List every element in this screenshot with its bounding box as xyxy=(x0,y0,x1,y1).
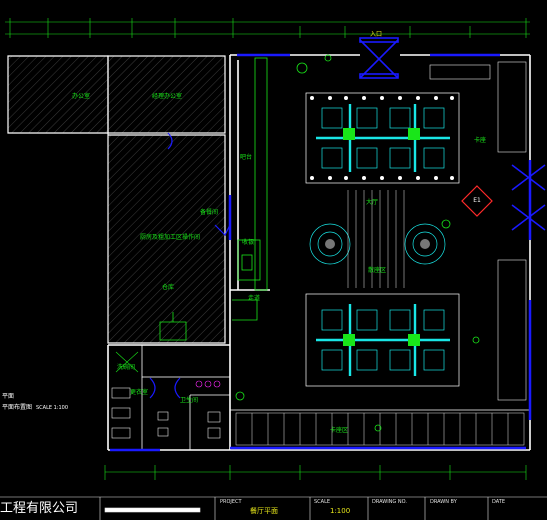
bottom-booths xyxy=(235,412,525,446)
plant-icons xyxy=(235,54,480,432)
label-kitchen: 厨房及粗加工区操作间 xyxy=(140,234,201,241)
side-note-c: SCALE 1:100 xyxy=(36,405,69,411)
label-wash-room: 洗碗间 xyxy=(117,364,136,371)
label-washroom: 卫生间 xyxy=(180,397,199,404)
dining-block-bottom xyxy=(305,293,460,387)
entrance-door xyxy=(359,37,399,79)
label-manager-office: 经理办公室 xyxy=(152,93,183,100)
label-cashier: 收银 xyxy=(242,239,255,246)
round-tables xyxy=(309,223,446,265)
label-prep-room: 备餐间 xyxy=(200,209,219,216)
floor-plan xyxy=(0,18,547,520)
right-booths xyxy=(429,61,527,401)
tb-drawn-by-label: DRAWN BY xyxy=(430,499,457,505)
side-note-b: 平面布置图 xyxy=(2,404,33,411)
tb-drawing-no-label: DRAWING NO. xyxy=(372,499,407,505)
label-dining-hall: 大厅 xyxy=(366,199,379,206)
label-dining-area: 散座区 xyxy=(368,267,387,274)
dining-block-top xyxy=(305,92,460,184)
e1-marker-label: E1 xyxy=(473,197,481,204)
tb-scale-label: SCALE xyxy=(314,499,331,505)
label-changing-room: 更衣室 xyxy=(130,389,149,396)
tb-project-value: 餐厅平面 xyxy=(250,507,278,515)
label-corridor: 走道 xyxy=(248,295,261,302)
tb-scale-value: 1:100 xyxy=(330,507,351,515)
side-door xyxy=(511,164,546,231)
label-booth: 卡座 xyxy=(474,137,487,144)
side-note-a: 平面 xyxy=(2,393,15,400)
label-bar: 吧台 xyxy=(240,154,253,161)
hatched-rooms xyxy=(7,55,226,344)
label-storage: 仓库 xyxy=(162,284,175,291)
tb-project-label: PROJECT xyxy=(220,499,242,505)
label-bottom-booths: 卡座区 xyxy=(330,427,349,434)
label-office: 办公室 xyxy=(72,93,91,100)
company-name: 工程有限公司 xyxy=(0,501,79,516)
label-entrance: 入口 xyxy=(370,31,383,38)
tb-date-label: DATE xyxy=(492,499,506,505)
